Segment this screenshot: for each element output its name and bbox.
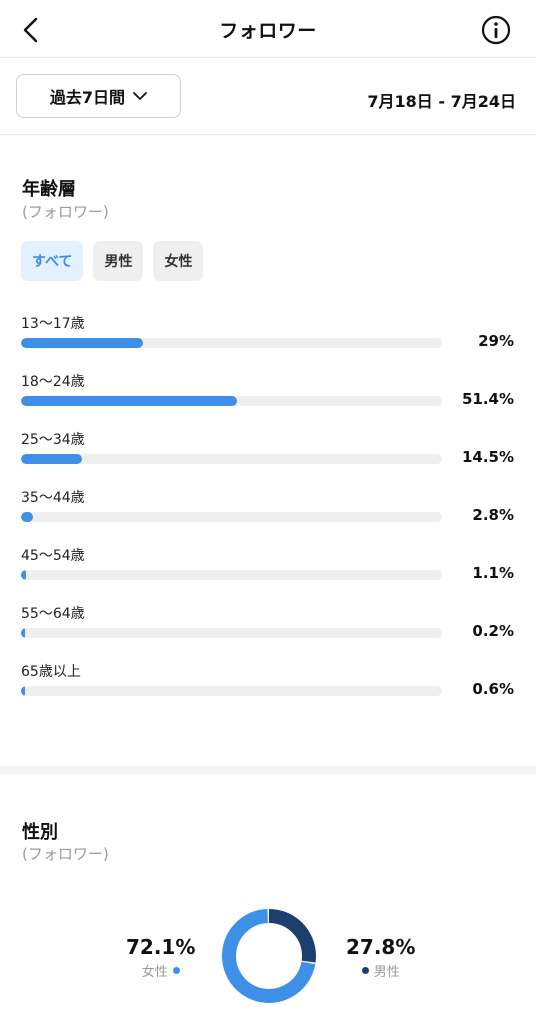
male-percent: 27.8% — [346, 935, 416, 959]
age-label: 65歳以上 — [21, 664, 81, 680]
period-dropdown[interactable]: 過去7日間 — [16, 74, 181, 118]
age-label: 25〜34歳 — [21, 432, 85, 448]
age-row: 18〜24歳 51.4% — [0, 368, 536, 426]
male-legend: 男性 — [346, 961, 415, 980]
age-bar-track — [21, 570, 442, 580]
top-bar: フォロワー — [0, 0, 536, 58]
chevron-down-icon — [133, 92, 147, 100]
age-label: 18〜24歳 — [21, 374, 85, 390]
age-value: 0.6% — [472, 680, 514, 698]
age-value: 51.4% — [461, 390, 514, 408]
age-bar-fill — [21, 686, 25, 696]
age-value: 14.5% — [461, 448, 514, 466]
age-value: 1.1% — [472, 564, 514, 582]
age-bar-track — [21, 396, 442, 406]
male-stat: 27.8% 男性 — [346, 935, 415, 980]
age-value: 0.2% — [472, 622, 514, 640]
age-distribution-list: 13〜17歳 29% 18〜24歳 51.4% 25〜34歳 14.5% 35〜… — [0, 310, 536, 716]
male-dot-icon — [361, 967, 369, 974]
female-label: 女性 — [141, 965, 168, 980]
age-row: 35〜44歳 2.8% — [0, 484, 536, 542]
age-label: 45〜54歳 — [21, 548, 85, 564]
filter-all-chip[interactable]: すべて — [21, 241, 84, 281]
period-label: 過去7日間 — [49, 88, 126, 107]
age-row: 13〜17歳 29% — [0, 310, 536, 368]
age-bar-fill — [21, 454, 83, 464]
age-bar-track — [21, 454, 442, 464]
age-bar-fill — [21, 396, 238, 406]
age-bar-track — [21, 338, 442, 348]
gender-filter-chips: すべて 男性 女性 — [21, 241, 204, 281]
info-icon — [481, 15, 511, 45]
section-divider — [0, 766, 536, 774]
age-bar-fill — [21, 512, 33, 522]
age-row: 65歳以上 0.6% — [0, 658, 536, 716]
age-bar-track — [21, 686, 442, 696]
age-bar-track — [21, 628, 442, 638]
age-row: 55〜64歳 0.2% — [0, 600, 536, 658]
age-value: 29% — [478, 332, 514, 350]
gender-section-title: 性別 — [22, 822, 58, 843]
female-dot-icon — [172, 967, 180, 974]
age-row: 25〜34歳 14.5% — [0, 426, 536, 484]
filter-female-chip[interactable]: 女性 — [153, 241, 204, 281]
date-range-bar: 過去7日間 7月18日 - 7月24日 — [0, 58, 536, 135]
age-bar-fill — [21, 628, 25, 638]
age-section-subtitle: (フォロワー) — [22, 203, 109, 221]
age-bar-fill — [21, 338, 144, 348]
female-stat: 72.1% 女性 — [126, 935, 195, 980]
date-range-text: 7月18日 - 7月24日 — [367, 92, 516, 111]
gender-section-subtitle: (フォロワー) — [22, 845, 109, 863]
age-section-title: 年齢層 — [22, 179, 76, 200]
info-button[interactable] — [480, 14, 512, 46]
male-label: 男性 — [373, 965, 400, 980]
gender-donut-chart — [222, 909, 316, 1003]
age-label: 35〜44歳 — [21, 490, 85, 506]
age-label: 13〜17歳 — [21, 316, 85, 332]
age-bar-fill — [21, 570, 26, 580]
page-title: フォロワー — [219, 20, 317, 42]
female-legend: 女性 — [126, 961, 195, 980]
age-label: 55〜64歳 — [21, 606, 85, 622]
age-value: 2.8% — [472, 506, 514, 524]
female-percent: 72.1% — [126, 935, 196, 959]
filter-male-chip[interactable]: 男性 — [93, 241, 144, 281]
age-bar-track — [21, 512, 442, 522]
age-row: 45〜54歳 1.1% — [0, 542, 536, 600]
